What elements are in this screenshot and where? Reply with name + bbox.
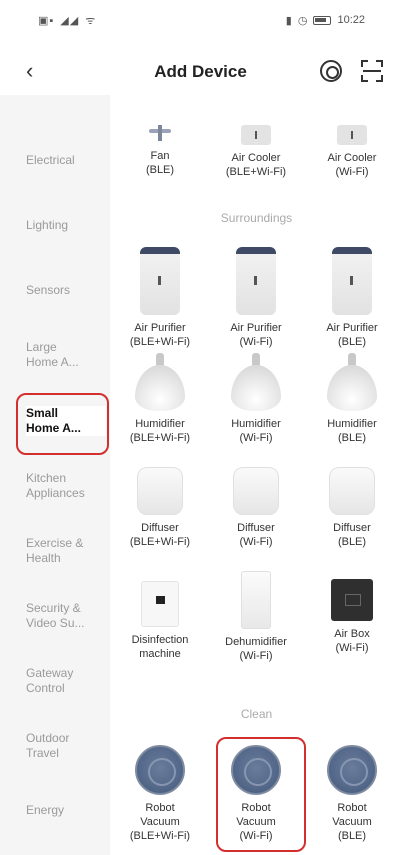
sidebar-item-energy[interactable]: Energy	[26, 803, 106, 818]
device-diffuser-wifi[interactable]: Diffuser (Wi-Fi)	[208, 463, 304, 549]
humidifier-icon	[231, 353, 281, 411]
robot-vacuum-icon	[135, 745, 185, 795]
device-label: Diffuser (BLE+Wi-Fi)	[129, 522, 191, 548]
device-label: Robot Vacuum (BLE+Wi-Fi)	[129, 802, 191, 842]
device-label: Air Purifier (Wi-Fi)	[230, 322, 282, 348]
air-cooler-icon	[337, 125, 367, 145]
device-fan-ble[interactable]: Fan (BLE)	[112, 125, 208, 177]
device-label: Fan (BLE)	[145, 150, 175, 176]
diffuser-icon	[329, 467, 375, 515]
device-robot-vacuum-ble-wifi[interactable]: Robot Vacuum (BLE+Wi-Fi)	[112, 745, 208, 843]
device-humidifier-ble[interactable]: Humidifier (BLE)	[304, 353, 400, 445]
status-time: 10:22	[337, 14, 365, 26]
humidifier-icon	[135, 353, 185, 411]
device-label: Air Cooler (Wi-Fi)	[327, 152, 377, 178]
vibrate-icon: ▮	[285, 14, 292, 27]
device-highlight-box	[216, 737, 306, 852]
air-purifier-icon	[236, 247, 276, 315]
device-label: Robot Vacuum (BLE)	[332, 802, 372, 842]
device-air-purifier-ble-wifi[interactable]: Air Purifier (BLE+Wi-Fi)	[112, 247, 208, 349]
disinfection-machine-icon	[141, 581, 179, 627]
diffuser-icon	[233, 467, 279, 515]
wifi-icon: ᯤ	[85, 14, 97, 27]
air-purifier-icon	[140, 247, 180, 315]
sidebar-item-outdoor-travel[interactable]: Outdoor Travel	[26, 731, 106, 761]
device-air-purifier-ble[interactable]: Air Purifier (BLE)	[304, 247, 400, 349]
device-air-purifier-wifi[interactable]: Air Purifier (Wi-Fi)	[208, 247, 304, 349]
device-disinfection-machine[interactable]: Disinfection machine	[112, 575, 208, 661]
device-air-cooler-ble-wifi[interactable]: Air Cooler (BLE+Wi-Fi)	[208, 125, 304, 179]
device-label: Air Box (Wi-Fi)	[334, 628, 370, 654]
device-dehumidifier-wifi[interactable]: Dehumidifier (Wi-Fi)	[208, 571, 304, 663]
device-robot-vacuum-ble[interactable]: Robot Vacuum (BLE)	[304, 745, 400, 843]
device-label: Diffuser (BLE)	[333, 522, 371, 548]
device-humidifier-wifi[interactable]: Humidifier (Wi-Fi)	[208, 353, 304, 445]
alarm-icon: ◷	[297, 14, 308, 27]
status-right-icons: ▮ ◷ 10:22	[286, 14, 365, 27]
device-diffuser-ble[interactable]: Diffuser (BLE)	[304, 463, 400, 549]
sidebar-item-sensors[interactable]: Sensors	[26, 283, 106, 298]
air-purifier-icon	[332, 247, 372, 315]
fan-icon	[149, 125, 171, 143]
humidifier-icon	[327, 353, 377, 411]
device-humidifier-ble-wifi[interactable]: Humidifier (BLE+Wi-Fi)	[112, 353, 208, 445]
sidebar-item-electrical[interactable]: Electrical	[26, 153, 106, 168]
sidebar-item-security-video[interactable]: Security & Video Su...	[26, 601, 106, 631]
device-label: Humidifier (BLE)	[327, 418, 377, 444]
sidebar-item-large-home-appliances[interactable]: Large Home A...	[26, 340, 106, 370]
notification-icon: ▣▪	[38, 14, 55, 27]
device-label: Disinfection machine	[131, 634, 189, 660]
device-label: Humidifier (Wi-Fi)	[231, 418, 281, 444]
scan-icon[interactable]	[361, 60, 383, 82]
dehumidifier-icon	[241, 571, 271, 629]
device-diffuser-ble-wifi[interactable]: Diffuser (BLE+Wi-Fi)	[112, 463, 208, 549]
sidebar-item-gateway-control[interactable]: Gateway Control	[26, 666, 106, 696]
device-label: Humidifier (BLE+Wi-Fi)	[129, 418, 191, 444]
sidebar-highlight-box	[16, 393, 109, 455]
radar-icon[interactable]	[320, 60, 342, 82]
section-title-surroundings: Surroundings	[220, 211, 293, 225]
sidebar-item-kitchen-appliances[interactable]: Kitchen Appliances	[26, 471, 106, 501]
sidebar-item-lighting[interactable]: Lighting	[26, 218, 106, 233]
device-air-box-wifi[interactable]: Air Box (Wi-Fi)	[304, 579, 400, 655]
robot-vacuum-icon	[327, 745, 377, 795]
device-label: Diffuser (Wi-Fi)	[237, 522, 275, 548]
air-box-icon	[331, 579, 373, 621]
device-label: Air Cooler (BLE+Wi-Fi)	[225, 152, 287, 178]
signal-icon: ◢◢	[60, 14, 80, 27]
device-label: Air Purifier (BLE)	[326, 322, 378, 348]
air-cooler-icon	[241, 125, 271, 145]
header: ‹ Add Device	[0, 50, 401, 94]
section-title-clean: Clean	[240, 707, 273, 721]
sidebar-item-exercise-health[interactable]: Exercise & Health	[26, 536, 106, 566]
device-air-cooler-wifi[interactable]: Air Cooler (Wi-Fi)	[304, 125, 400, 179]
category-sidebar: Electrical Lighting Sensors Large Home A…	[0, 95, 110, 855]
battery-icon	[313, 15, 332, 25]
status-left-icons: ▣▪ ◢◢ ᯤ	[38, 13, 96, 28]
device-label: Air Purifier (BLE+Wi-Fi)	[129, 322, 191, 348]
status-bar: ▣▪ ◢◢ ᯤ ▮ ◷ 10:22	[0, 0, 401, 40]
device-label: Dehumidifier (Wi-Fi)	[225, 636, 287, 662]
diffuser-icon	[137, 467, 183, 515]
